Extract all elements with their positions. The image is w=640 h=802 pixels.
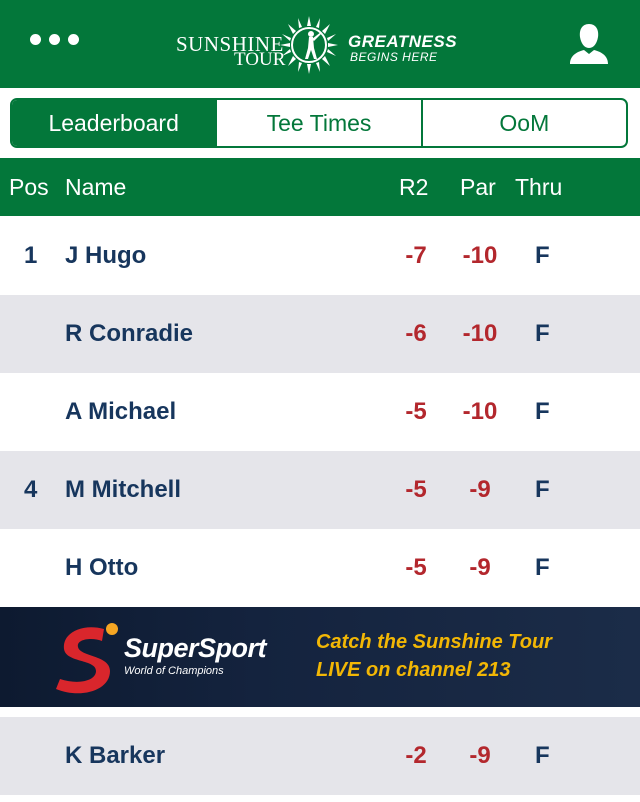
player-name: K Barker bbox=[65, 742, 166, 769]
player-name: M Mitchell bbox=[65, 476, 182, 503]
tab-tee-times[interactable]: Tee Times bbox=[215, 100, 420, 146]
round-score: -5 bbox=[405, 398, 427, 425]
sun-golfer-icon bbox=[280, 16, 338, 74]
total-to-par: -9 bbox=[469, 554, 491, 581]
logo-begins-text: BEGINS HERE bbox=[350, 50, 438, 64]
total-to-par: -9 bbox=[469, 476, 491, 503]
total-to-par: -10 bbox=[462, 320, 498, 347]
leaderboard-tabs: Leaderboard Tee Times OoM bbox=[10, 98, 628, 148]
total-to-par: -10 bbox=[462, 398, 498, 425]
round-score: -7 bbox=[405, 242, 427, 269]
player-name: R Conradie bbox=[65, 320, 194, 347]
round-score: -2 bbox=[405, 742, 427, 769]
total-to-par: -9 bbox=[469, 742, 491, 769]
round-score: -5 bbox=[405, 476, 427, 503]
table-row[interactable]: K Barker -2 -9 F bbox=[0, 717, 640, 795]
top-bar: SUNSHINE TOUR GREATNESS BEGINS HERE bbox=[0, 0, 640, 88]
holes-thru: F bbox=[535, 398, 550, 425]
round-score: -5 bbox=[405, 554, 427, 581]
logo-greatness-text: GREATNESS bbox=[348, 32, 458, 51]
supersport-ad-banner[interactable]: SuperSport World of Champions Catch the … bbox=[0, 607, 640, 707]
more-dots-icon[interactable] bbox=[30, 34, 79, 45]
player-name: A Michael bbox=[65, 398, 177, 425]
holes-thru: F bbox=[535, 320, 550, 347]
holes-thru: F bbox=[535, 742, 550, 769]
player-position: 4 bbox=[24, 476, 38, 503]
column-header-pos: Pos bbox=[9, 174, 49, 200]
table-row[interactable]: 1 J Hugo -7 -10 F bbox=[0, 217, 640, 295]
leaderboard-header: Pos Name R2 Par Thru bbox=[0, 158, 640, 216]
total-to-par: -10 bbox=[462, 242, 498, 269]
tab-leaderboard[interactable]: Leaderboard bbox=[12, 100, 216, 146]
column-header-thru: Thru bbox=[515, 174, 563, 200]
round-score: -6 bbox=[405, 320, 427, 347]
column-header-name: Name bbox=[65, 174, 127, 200]
banner-promo-line-1: Catch the Sunshine Tour bbox=[316, 631, 552, 653]
table-row[interactable]: 4 M Mitchell -5 -9 F bbox=[0, 451, 640, 529]
holes-thru: F bbox=[535, 476, 550, 503]
tab-oom[interactable]: OoM bbox=[420, 100, 626, 146]
column-header-r2: R2 bbox=[399, 174, 429, 200]
holes-thru: F bbox=[535, 242, 550, 269]
column-header-par: Par bbox=[460, 174, 496, 200]
sunshine-tour-logo: SUNSHINE TOUR GREATNESS BEGINS HERE bbox=[176, 14, 468, 76]
holes-thru: F bbox=[535, 554, 550, 581]
supersport-logo-icon bbox=[56, 623, 118, 694]
table-row[interactable]: H Otto -5 -9 F bbox=[0, 529, 640, 607]
banner-promo-line-2: LIVE on channel 213 bbox=[316, 659, 511, 681]
supersport-tagline: World of Champions bbox=[124, 665, 224, 677]
table-row[interactable]: A Michael -5 -10 F bbox=[0, 373, 640, 451]
player-name: J Hugo bbox=[65, 242, 147, 269]
supersport-brand-text: SuperSport bbox=[124, 633, 267, 663]
player-position: 1 bbox=[24, 242, 38, 269]
table-row[interactable]: R Conradie -6 -10 F bbox=[0, 295, 640, 373]
user-profile-icon[interactable] bbox=[568, 22, 610, 66]
player-name: H Otto bbox=[65, 554, 139, 581]
